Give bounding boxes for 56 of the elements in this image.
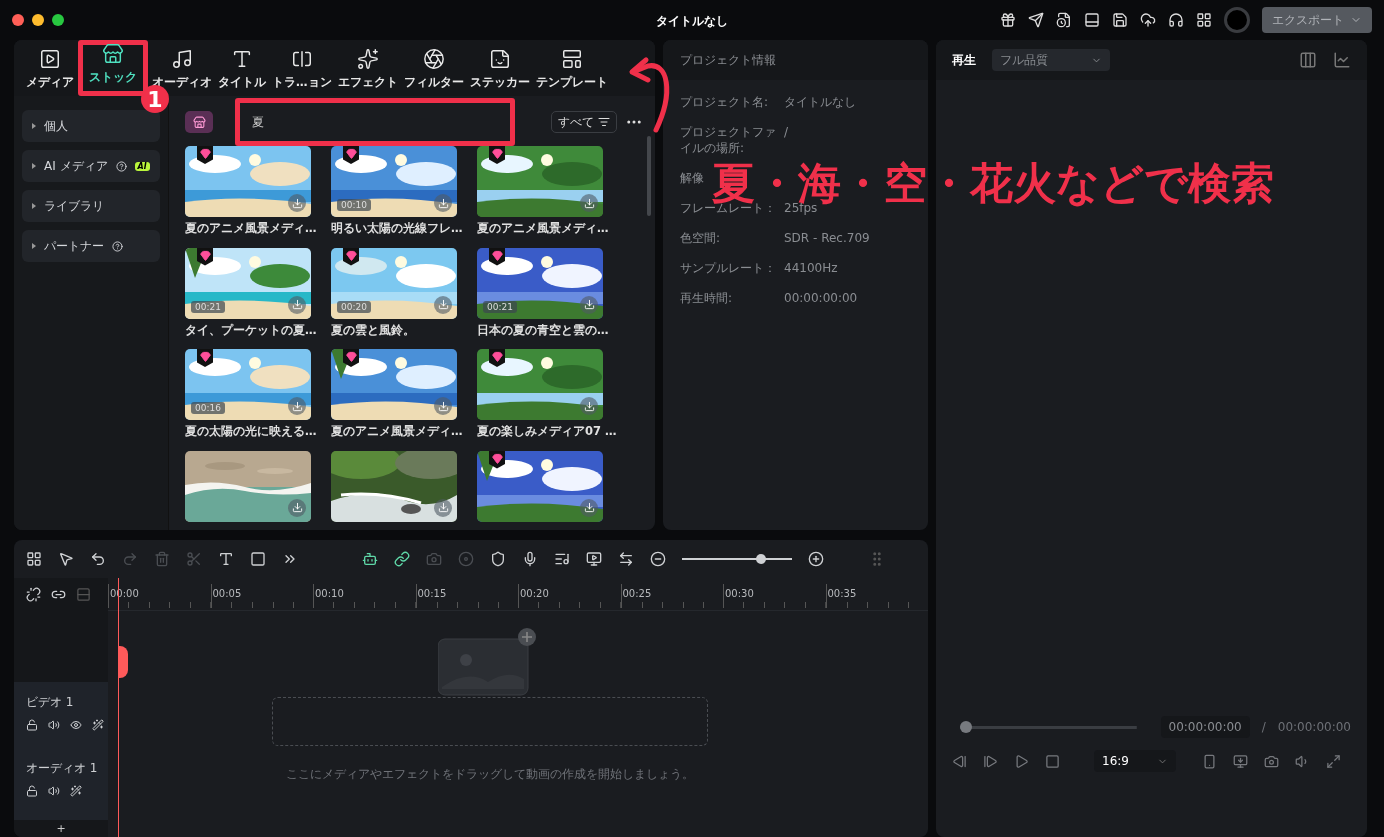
stock-title: 夏のアニメ風景メディ… [185, 221, 318, 235]
info-label: サンプルレート： [680, 260, 776, 276]
sidebar-item[interactable]: パートナー [22, 230, 160, 262]
step-number: 1 [141, 85, 169, 113]
media-tab[interactable]: トラ…ョン [270, 48, 334, 96]
media-tab[interactable]: ストック [87, 43, 139, 91]
ruler-label: 00:20 [518, 584, 621, 608]
quality-dropdown[interactable]: フル品質 [992, 49, 1110, 71]
info-label: 色空間: [680, 230, 721, 246]
player-tab[interactable]: 再生 [952, 51, 976, 69]
filter-button[interactable]: すべて [551, 111, 617, 133]
sidebar-item[interactable]: ライブラリ [22, 190, 160, 222]
info-value: / [784, 124, 789, 141]
ruler-label: 00:10 [313, 584, 416, 608]
add-track-button[interactable]: + [14, 822, 108, 837]
stock-title: 夏のアニメ風景メディ… [331, 424, 464, 438]
info-label: 再生時間: [680, 290, 733, 306]
media-tab[interactable]: テンプレート [533, 48, 610, 96]
stock-title: 夏の太陽の光に映える… [185, 424, 318, 438]
info-value: 44100Hz [784, 260, 838, 276]
info-value: タイトルなし [784, 94, 856, 110]
current-time: 00:00:00:00 [1160, 716, 1250, 738]
info-value: SDR - Rec.709 [784, 230, 870, 246]
info-label: プロジェクト名: [680, 94, 769, 110]
stock-title: 夏の雲と風鈴。 [331, 322, 416, 337]
media-tab[interactable]: ステッカー [467, 48, 532, 96]
stock-title: 夏のアニメ風景メディ… [477, 221, 610, 235]
media-tab[interactable]: エフェクト [335, 48, 400, 96]
media-tab[interactable]: メディア [24, 48, 76, 96]
stock-title: タイ、プーケットの夏… [185, 322, 318, 337]
panel-title: プロジェクト情報 [663, 40, 928, 80]
track-name: オーディオ 1 [26, 760, 99, 777]
time-separator: / [1261, 720, 1266, 734]
sidebar-label: AI メディア [44, 157, 108, 175]
media-tab[interactable]: タイトル [216, 48, 268, 96]
sidebar-label: パートナー [44, 237, 104, 255]
sidebar-item[interactable]: AI メディア AI [22, 150, 160, 182]
stock-title: 明るい太陽の光線フレ… [331, 221, 464, 235]
ruler-label: 00:30 [723, 584, 826, 608]
sidebar-label: 個人 [44, 117, 68, 135]
media-tab[interactable]: フィルター [401, 48, 466, 96]
track-name: ビデオ 1 [26, 694, 75, 711]
sidebar-item[interactable]: 個人 [22, 110, 160, 142]
stock-title: 日本の夏の青空と雲の… [477, 322, 610, 337]
sidebar-label: ライブラリ [44, 197, 104, 215]
ai-badge: AI [134, 161, 150, 171]
duration-label: 00:10 [337, 199, 371, 211]
info-label: 解像 [680, 170, 704, 186]
duration-label: 00:16 [191, 402, 225, 414]
window-title: タイトルなし [656, 13, 728, 30]
drop-hint: ここにメディアやエフェクトをドラッグして動画の作成を開始しましょう。 [286, 766, 694, 783]
export-button[interactable]: エクスポート [1262, 7, 1372, 33]
aspect-dropdown[interactable]: 16:9 [1094, 750, 1176, 772]
info-label: プロジェクトファイルの場所: [680, 124, 777, 156]
info-value: 00:00:00:00 [784, 290, 858, 306]
total-time: 00:00:00:00 [1277, 720, 1351, 734]
